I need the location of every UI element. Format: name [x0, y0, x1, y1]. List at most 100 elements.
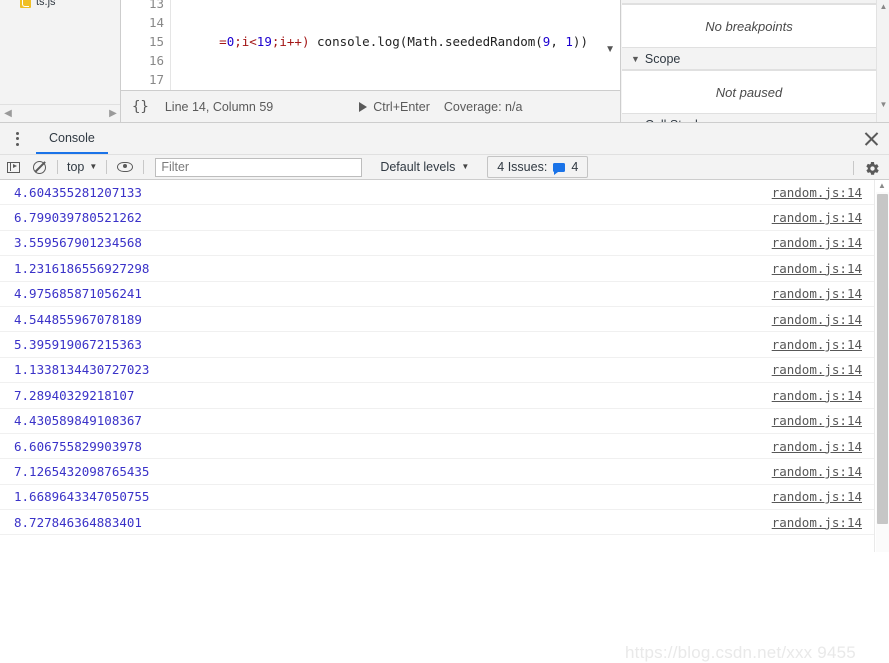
- scroll-up-arrow-icon[interactable]: ▲: [878, 181, 886, 190]
- console-vscrollbar-thumb[interactable]: [877, 194, 888, 524]
- sidebar-glyph-icon: [6, 161, 20, 173]
- console-source-link[interactable]: random.js:14: [772, 185, 862, 200]
- code-token: 1: [565, 34, 573, 49]
- execution-context-selector[interactable]: top ▼: [63, 160, 101, 174]
- console-message-row[interactable]: 5.395919067215363 random.js:14: [0, 332, 889, 358]
- sources-panel: ts.js ◀ ▶ 13 14 15 16 17 =0;i<19;i++) co…: [0, 0, 889, 122]
- file-tree-item-label: ts.js: [36, 0, 56, 8]
- toolbar-divider: [106, 160, 108, 174]
- close-icon[interactable]: [863, 130, 880, 147]
- console-message-value: 1.2316186556927298: [14, 260, 150, 276]
- file-tree-item[interactable]: ts.js: [20, 0, 56, 10]
- console-source-link[interactable]: random.js:14: [772, 337, 862, 352]
- execution-context-label: top: [67, 160, 85, 174]
- toolbar-divider: [853, 161, 854, 175]
- console-source-link[interactable]: random.js:14: [772, 210, 862, 225]
- console-sidebar-toggle-icon[interactable]: [0, 154, 26, 180]
- eye-glyph-icon: [117, 162, 134, 172]
- console-message-value: 1.6689643347050755: [14, 489, 150, 505]
- run-shortcut-label: Ctrl+Enter: [373, 99, 430, 114]
- console-message-value: 1.1338134430727023: [14, 362, 150, 378]
- run-snippet-button[interactable]: Ctrl+Enter: [359, 100, 430, 114]
- drawer-tab-bar: Console: [0, 123, 889, 154]
- console-message-row[interactable]: 1.1338134430727023 random.js:14: [0, 358, 889, 384]
- gutter-line-number[interactable]: 14: [121, 13, 164, 32]
- console-message-row[interactable]: 1.6689643347050755 random.js:14: [0, 485, 889, 511]
- debugger-sidebar-vscrollbar[interactable]: ▲ ▼: [876, 0, 889, 122]
- console-source-link[interactable]: random.js:14: [772, 439, 862, 454]
- console-message-value: 4.975685871056241: [14, 286, 142, 302]
- toolbar-divider: [143, 160, 145, 174]
- console-toolbar: top ▼ Default levels ▼ 4 Issues: 4: [0, 154, 889, 180]
- watermark-text: https://blog.csdn.net/xxx 9455: [625, 643, 856, 662]
- chevron-down-icon: ▼: [631, 114, 640, 122]
- console-message-row[interactable]: 7.1265432098765435 random.js:14: [0, 459, 889, 485]
- more-options-icon[interactable]: [4, 131, 30, 146]
- gutter-line-number[interactable]: 16: [121, 51, 164, 70]
- call-stack-section-header[interactable]: ▼Call Stack: [622, 114, 876, 122]
- no-breakpoints-message: No breakpoints: [622, 4, 876, 48]
- console-message-row[interactable]: 6.799039780521262 random.js:14: [0, 205, 889, 231]
- settings-gear-icon[interactable]: [859, 155, 885, 181]
- console-source-link[interactable]: random.js:14: [772, 286, 862, 301]
- console-message-row[interactable]: 4.544855967078189 random.js:14: [0, 307, 889, 333]
- code-token: ;i<: [234, 34, 257, 49]
- log-levels-selector[interactable]: Default levels ▼: [380, 160, 469, 174]
- issues-label: 4 Issues:: [497, 160, 548, 174]
- issues-button[interactable]: 4 Issues: 4: [487, 156, 589, 178]
- gutter-line-number[interactable]: 15: [121, 32, 164, 51]
- console-source-link[interactable]: random.js:14: [772, 362, 862, 377]
- chevron-down-icon: ▼: [631, 54, 640, 64]
- cursor-position-label: Line 14, Column 59: [164, 99, 274, 114]
- console-message-value: 8.727846364883401: [14, 514, 142, 530]
- code-line-14[interactable]: =0;i<19;i++) console.log(Math.seededRand…: [174, 13, 588, 49]
- console-message-list: 4.604355281207133 random.js:14 6.799039780…: [0, 180, 889, 552]
- console-message-value: 3.559567901234568: [14, 235, 142, 251]
- console-source-link[interactable]: random.js:14: [772, 261, 862, 276]
- console-source-link[interactable]: random.js:14: [772, 515, 862, 530]
- scroll-right-arrow-icon[interactable]: ▶: [107, 108, 119, 120]
- console-message-row[interactable]: 6.606755829903978 random.js:14: [0, 434, 889, 460]
- console-vscrollbar[interactable]: ▲: [874, 180, 889, 552]
- console-source-link[interactable]: random.js:14: [772, 312, 862, 327]
- console-message-row[interactable]: 8.727846364883401 random.js:14: [0, 510, 889, 536]
- clear-console-icon[interactable]: [26, 154, 52, 180]
- scope-header-label: Scope: [644, 52, 681, 66]
- gutter-line-number[interactable]: 13: [121, 0, 164, 13]
- scroll-left-arrow-icon[interactable]: ◀: [2, 108, 14, 120]
- console-source-link[interactable]: random.js:14: [772, 235, 862, 250]
- console-source-link[interactable]: random.js:14: [772, 489, 862, 504]
- console-source-link[interactable]: random.js:14: [772, 388, 862, 403]
- scroll-up-arrow-icon[interactable]: ▲: [879, 2, 888, 11]
- console-message-value: 4.604355281207133: [14, 184, 142, 200]
- console-source-link[interactable]: random.js:14: [772, 413, 862, 428]
- console-toolbar-right: [848, 155, 889, 181]
- console-message-row[interactable]: 4.975685871056241 random.js:14: [0, 282, 889, 307]
- tab-console[interactable]: Console: [36, 123, 108, 154]
- editor-scroll-down-icon[interactable]: ▼: [605, 44, 615, 55]
- js-file-icon: [20, 0, 31, 8]
- console-source-link[interactable]: random.js:14: [772, 464, 862, 479]
- scope-section-header[interactable]: ▼ Scope: [622, 48, 876, 70]
- gutter-line-number[interactable]: 17: [121, 70, 164, 89]
- console-message-row[interactable]: 3.559567901234568 random.js:14: [0, 231, 889, 257]
- console-message-row[interactable]: 4.604355281207133 random.js:14: [0, 180, 889, 206]
- live-expression-icon[interactable]: [112, 154, 138, 180]
- pretty-print-icon[interactable]: {}: [132, 99, 149, 115]
- console-message-value: 4.430589849108367: [14, 413, 142, 429]
- file-navigator: ts.js ◀ ▶: [0, 0, 121, 122]
- console-message-row[interactable]: 7.28940329218107 random.js:14: [0, 383, 889, 409]
- console-message-row[interactable]: 1.2316186556927298 random.js:14: [0, 256, 889, 282]
- code-token: )): [572, 34, 588, 49]
- filter-input[interactable]: [155, 157, 363, 177]
- console-message-value: 6.606755829903978: [14, 438, 142, 454]
- console-message-value: 4.544855967078189: [14, 311, 142, 327]
- not-paused-message: Not paused: [622, 70, 876, 114]
- code-token: ;i++): [271, 34, 310, 49]
- file-navigator-hscrollbar[interactable]: ◀ ▶: [0, 104, 120, 122]
- console-message-row[interactable]: 4.430589849108367 random.js:14: [0, 409, 889, 434]
- scroll-down-arrow-icon[interactable]: ▼: [879, 100, 888, 109]
- code-token: 19: [256, 34, 272, 49]
- console-message-value: 7.1265432098765435: [14, 463, 150, 479]
- debugger-sidebar: No breakpoints ▼ Scope Not paused ▼Call S…: [620, 0, 889, 122]
